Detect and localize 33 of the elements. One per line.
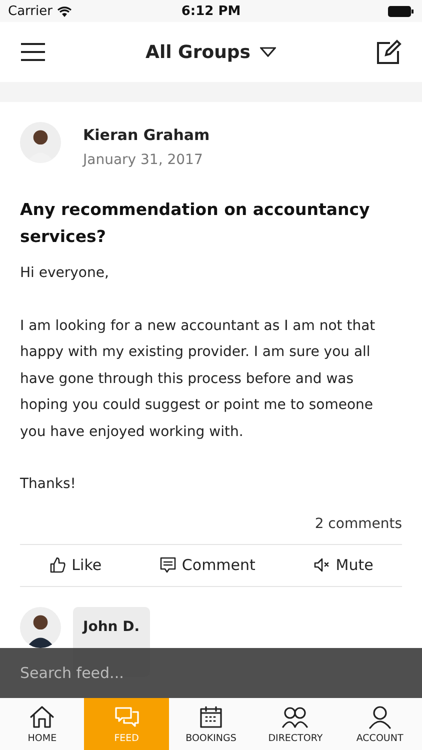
- tab[interactable]: HOME: [0, 698, 84, 750]
- comment-button[interactable]: Comment: [154, 552, 260, 578]
- battery-icon: [388, 6, 414, 16]
- post-date: January 31, 2017: [83, 152, 204, 168]
- status-time: 6:12 PM: [181, 4, 241, 18]
- post-paragraph: Thanks!: [20, 475, 77, 494]
- chat-bubbles-icon: [114, 704, 140, 728]
- person-icon: [366, 704, 393, 728]
- comment-count[interactable]: 2 comments: [20, 516, 402, 532]
- mute-button[interactable]: Mute: [308, 552, 378, 578]
- like-button[interactable]: Like: [44, 552, 106, 578]
- post-title: Any recommendation on accountancy services?: [20, 199, 371, 248]
- people-icon: [282, 704, 308, 728]
- calendar-icon: [198, 704, 224, 728]
- menu-button[interactable]: [20, 42, 46, 62]
- tab[interactable]: BOOKINGS: [168, 698, 254, 750]
- carrier-label: Carrier: [8, 4, 52, 18]
- wifi-icon: [57, 6, 72, 16]
- commenter-name: John D.: [83, 618, 140, 634]
- avatar: [20, 606, 61, 648]
- search-field[interactable]: Search feed...: [0, 648, 422, 698]
- thumbs-up-icon: [48, 556, 67, 574]
- group-selector[interactable]: All Groups: [142, 38, 280, 66]
- home-icon: [29, 704, 56, 728]
- speaker-muted-icon: [312, 556, 331, 574]
- tab[interactable]: ACCOUNT: [338, 698, 422, 750]
- post-paragraph: Hi everyone,: [20, 264, 110, 283]
- compose-button[interactable]: [376, 39, 402, 65]
- caret-icon: [260, 47, 276, 57]
- post-paragraph: I am looking for a new accountant as I am not that happy with my existing provider. I am sure you all have gone through this process before and was hoping you could suggest or point me to someone you have enjoyed working with.: [20, 316, 376, 442]
- comment-icon: [158, 556, 177, 574]
- author-name: Kieran Graham: [83, 126, 210, 144]
- tab[interactable]: DIRECTORY: [253, 698, 338, 750]
